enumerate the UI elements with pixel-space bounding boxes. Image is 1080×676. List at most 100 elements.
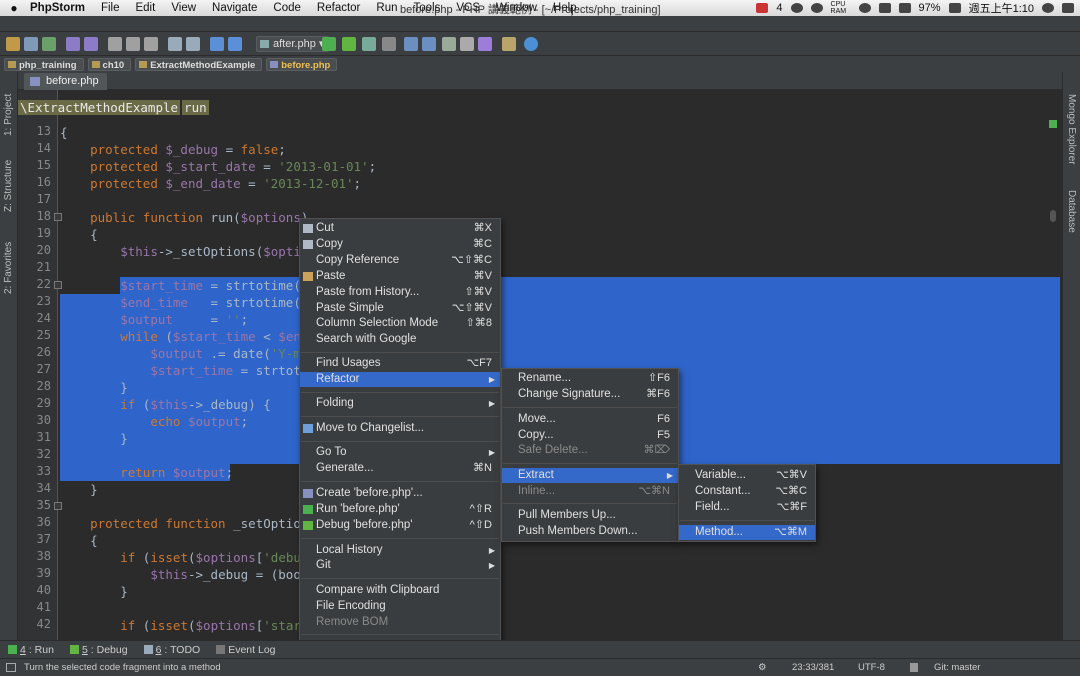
line-number[interactable]: 20 [21, 243, 51, 257]
git-branch[interactable]: Git: master [934, 662, 980, 673]
redo-icon[interactable] [84, 37, 98, 51]
menu-item-pull-members-up[interactable]: Pull Members Up... [502, 508, 678, 523]
line-number[interactable]: 39 [21, 566, 51, 580]
battery-icon[interactable] [948, 3, 961, 13]
tool-favorites[interactable]: 2: Favorites [3, 242, 14, 294]
menu-edit[interactable]: Edit [127, 2, 163, 14]
fold-marker-icon[interactable] [54, 502, 62, 510]
code-line[interactable]: { [60, 124, 68, 141]
menu-item-folding[interactable]: Folding ▶ [300, 396, 500, 411]
caret-position[interactable]: 23:33/381 [792, 662, 834, 673]
line-number[interactable]: 37 [21, 532, 51, 546]
code-line[interactable]: { [60, 532, 98, 549]
line-number[interactable]: 15 [21, 158, 51, 172]
clock-app-icon[interactable] [790, 3, 803, 13]
line-number[interactable]: 30 [21, 413, 51, 427]
menu-item-paste-from-history[interactable]: Paste from History... ⇧⌘V [300, 285, 500, 300]
history-icon[interactable] [460, 37, 474, 51]
wifi-icon[interactable] [858, 3, 871, 13]
code-line[interactable]: public function run($options) [60, 209, 308, 226]
menu-item-copy[interactable]: Copy ⌘C [300, 237, 500, 252]
undo-icon[interactable] [66, 37, 80, 51]
tool-database[interactable]: Database [1066, 190, 1077, 233]
menu-item-find-usages[interactable]: Find Usages ⌥F7 [300, 356, 500, 371]
line-number[interactable]: 14 [21, 141, 51, 155]
menu-item-move[interactable]: Move... F6 [502, 412, 678, 427]
breadcrumb-file[interactable]: before.php [266, 57, 338, 71]
gear-icon[interactable]: ⚙ [758, 662, 767, 673]
code-line[interactable]: $start_time = strtotime( [60, 277, 301, 294]
flag-icon[interactable] [898, 3, 911, 13]
menu-view[interactable]: View [163, 2, 204, 14]
line-number[interactable]: 29 [21, 396, 51, 410]
code-line[interactable]: protected $_end_date = '2013-12-01'; [60, 175, 361, 192]
menu-item-compare-with-clipboard[interactable]: Compare with Clipboard [300, 583, 500, 598]
line-number[interactable]: 27 [21, 362, 51, 376]
code-line[interactable]: echo $output; [60, 413, 248, 430]
menu-item-move-to-changelist[interactable]: Move to Changelist... [300, 421, 500, 436]
lock-icon[interactable] [910, 663, 918, 672]
tool-windows-toggle-icon[interactable] [6, 663, 16, 672]
menu-item-inline[interactable]: Inline... ⌥⌘N [502, 484, 678, 499]
notification-center-icon[interactable] [1062, 3, 1074, 13]
code-line[interactable]: $this->_debug = (boo [60, 566, 301, 583]
menubar-clock[interactable]: 週五上午1:10 [969, 0, 1034, 16]
line-number[interactable]: 28 [21, 379, 51, 393]
stop-icon[interactable] [382, 37, 396, 51]
menu-item-refactor[interactable]: Refactor ▶ [300, 372, 500, 387]
open-folder-icon[interactable] [6, 37, 20, 51]
line-number[interactable]: 23 [21, 294, 51, 308]
code-line[interactable]: } [60, 379, 128, 396]
run-configuration-select[interactable]: after.php ▾ [256, 36, 330, 52]
menu-item-extract[interactable]: Extract ▶ [502, 468, 678, 483]
coverage-icon[interactable] [362, 37, 376, 51]
breadcrumb-project[interactable]: php_training [4, 57, 84, 71]
menu-item-method[interactable]: Method... ⌥⌘M [679, 525, 815, 540]
menu-item-copy-reference[interactable]: Copy Reference ⌥⇧⌘C [300, 253, 500, 268]
line-number[interactable]: 42 [21, 617, 51, 631]
menu-item-go-to[interactable]: Go To ▶ [300, 445, 500, 460]
breadcrumb-extract-method-example[interactable]: ExtractMethodExample [135, 57, 263, 71]
line-number[interactable]: 40 [21, 583, 51, 597]
menu-item-constant[interactable]: Constant... ⌥⌘C [679, 484, 815, 499]
menu-item-paste[interactable]: Paste ⌘V [300, 269, 500, 284]
code-line[interactable]: if (isset($options['debu [60, 549, 301, 566]
run-icon[interactable] [322, 37, 336, 51]
tab-before-php[interactable]: before.php [24, 73, 107, 90]
menu-item-push-members-down[interactable]: Push Members Down... [502, 524, 678, 539]
line-number[interactable]: 18 [21, 209, 51, 223]
line-number[interactable]: 36 [21, 515, 51, 529]
code-line[interactable]: return $output; [60, 464, 233, 481]
code-line[interactable]: $output = ''; [60, 311, 248, 328]
menu-item-file-encoding[interactable]: File Encoding [300, 599, 500, 614]
settings-icon[interactable] [502, 37, 516, 51]
back-icon[interactable] [210, 37, 224, 51]
line-number[interactable]: 33 [21, 464, 51, 478]
code-line[interactable]: $start_time = strtot [60, 362, 301, 379]
scroll-thumb[interactable] [1050, 210, 1056, 222]
menu-item-variable[interactable]: Variable... ⌥⌘V [679, 468, 815, 483]
cpu-ram-meter[interactable]: CPU RAM [831, 1, 851, 15]
menu-item-debug-before-php[interactable]: Debug 'before.php' ^⇧D [300, 518, 500, 533]
line-number[interactable]: 35 [21, 498, 51, 512]
tool-debug[interactable]: 5: Debug [62, 644, 136, 656]
line-number[interactable]: 32 [21, 447, 51, 461]
tool-run[interactable]: 4: Run [0, 644, 62, 656]
code-line[interactable]: if (isset($options['star [60, 617, 301, 634]
scope-class[interactable]: \ExtractMethodExample [18, 100, 181, 115]
tool-project[interactable]: 1: Project [3, 94, 14, 136]
code-line[interactable]: protected $_debug = false; [60, 141, 286, 158]
sync-icon[interactable] [42, 37, 56, 51]
menu-item-cut[interactable]: Cut ⌘X [300, 221, 500, 236]
line-number[interactable]: 22 [21, 277, 51, 291]
line-number[interactable]: 16 [21, 175, 51, 189]
tool-structure[interactable]: Z: Structure [3, 160, 14, 212]
code-line[interactable]: $output .= date('Y-m [60, 345, 301, 362]
file-encoding[interactable]: UTF-8 [858, 662, 885, 673]
spotlight-icon[interactable] [1042, 3, 1054, 13]
menu-refactor[interactable]: Refactor [309, 2, 368, 14]
tool-mongo-explorer[interactable]: Mongo Explorer [1066, 94, 1077, 165]
code-line[interactable]: } [60, 481, 98, 498]
line-number[interactable]: 13 [21, 124, 51, 138]
code-line[interactable]: $end_time = strtotime( [60, 294, 301, 311]
